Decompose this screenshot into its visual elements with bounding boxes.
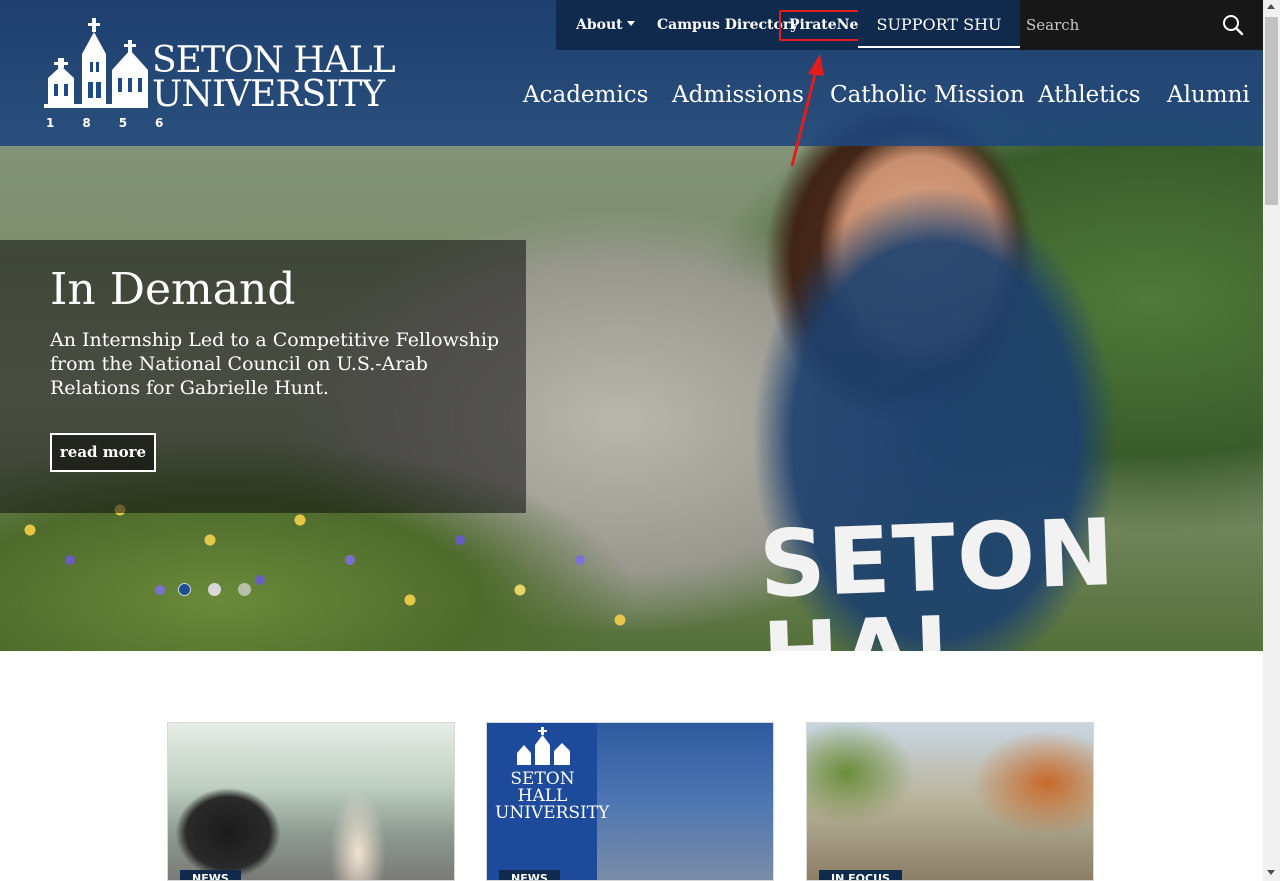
about-menu[interactable]: About <box>576 0 635 50</box>
card-logo-text: SETON HALL UNIVERSITY <box>495 769 610 823</box>
in-focus-card[interactable]: IN FOCUS <box>806 722 1094 881</box>
hero-title: In Demand <box>50 264 296 315</box>
chapel-icon <box>44 18 148 108</box>
card-badge: IN FOCUS <box>819 870 902 880</box>
read-more-button[interactable]: read more <box>50 433 156 472</box>
campus-directory-link[interactable]: Campus Directory <box>657 0 798 50</box>
carousel-dot-2[interactable] <box>208 583 221 596</box>
carousel-dot-3[interactable] <box>238 583 251 596</box>
card-badge: NEWS <box>499 870 560 880</box>
nav-catholic-mission[interactable]: Catholic Mission <box>830 82 1025 116</box>
hero-caption: In Demand An Internship Led to a Competi… <box>0 240 526 513</box>
scroll-down-icon[interactable] <box>1267 870 1275 875</box>
card-badge: NEWS <box>180 870 241 880</box>
scroll-up-icon[interactable] <box>1267 4 1275 9</box>
red-arrow-annotation <box>790 54 824 167</box>
news-card[interactable]: NEWS <box>167 722 455 881</box>
chapel-icon <box>517 727 570 765</box>
university-logo[interactable]: SETON HALL UNIVERSITY 1856 <box>44 18 396 130</box>
search-box <box>1020 0 1263 50</box>
search-input[interactable] <box>1026 12 1216 38</box>
page-scrollbar[interactable] <box>1263 0 1280 881</box>
logo-university: UNIVERSITY <box>152 74 385 115</box>
hero-text: An Internship Led to a Competitive Fello… <box>50 329 500 399</box>
scroll-thumb[interactable] <box>1265 17 1278 205</box>
nav-alumni[interactable]: Alumni <box>1167 82 1250 116</box>
logo-year: 1856 <box>46 116 192 130</box>
utility-bar: About Campus Directory PirateNet SUPPORT… <box>556 0 1263 50</box>
search-icon[interactable] <box>1222 14 1244 36</box>
support-shu-link[interactable]: SUPPORT SHU <box>858 0 1020 48</box>
news-card[interactable]: SETON HALL UNIVERSITY NEWS <box>486 722 774 881</box>
carousel-dot-1[interactable] <box>178 583 191 596</box>
hero-sweatshirt-text: SETON HAL <box>757 498 1119 651</box>
about-label: About <box>576 17 623 33</box>
caret-down-icon <box>626 21 635 26</box>
nav-athletics[interactable]: Athletics <box>1038 82 1141 116</box>
nav-academics[interactable]: Academics <box>523 82 648 116</box>
